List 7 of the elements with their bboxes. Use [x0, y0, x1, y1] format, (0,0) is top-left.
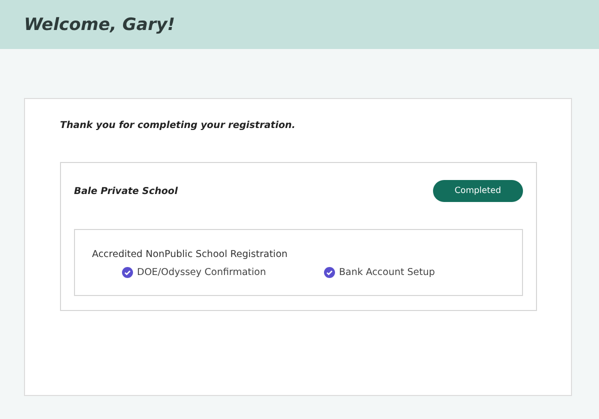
step-label: Bank Account Setup	[338, 267, 435, 278]
school-name: Bale Private School	[74, 186, 178, 196]
status-badge: Completed	[432, 180, 523, 202]
program-title: Accredited NonPublic School Registration	[92, 249, 289, 260]
step-label: DOE/Odyssey Confirmation	[137, 267, 266, 278]
confirmation-message: Thank you for completing your registration.	[60, 120, 296, 131]
welcome-title: Welcome, Gary!	[24, 14, 176, 34]
